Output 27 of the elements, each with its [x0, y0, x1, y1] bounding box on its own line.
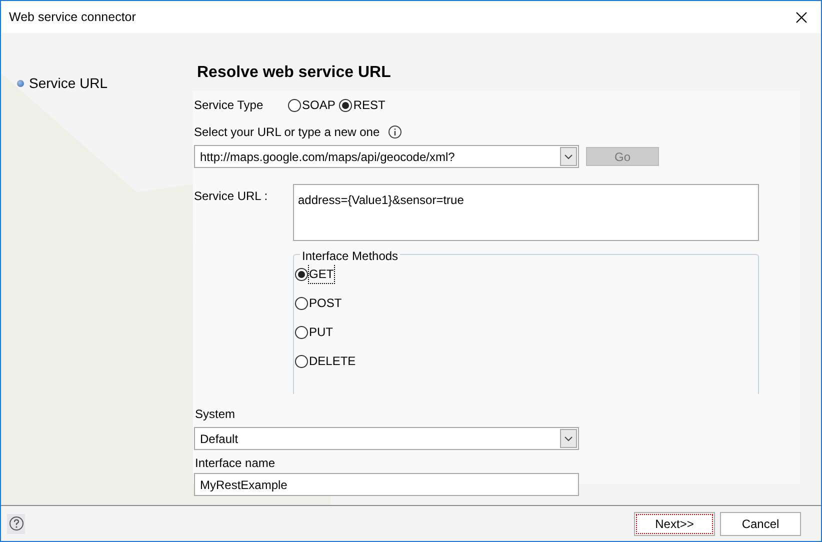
service-url-textarea[interactable]: address={Value1}&sensor=true — [293, 184, 759, 241]
next-button[interactable]: Next>> — [634, 512, 715, 536]
bullet-icon — [17, 80, 24, 87]
help-icon — [8, 516, 24, 531]
radio-option[interactable]: REST — [339, 96, 386, 114]
radio-option[interactable]: SOAP — [288, 96, 336, 114]
page-heading: Resolve web service URL — [197, 63, 392, 83]
window-title: Web service connector — [9, 8, 136, 26]
interface-name-field[interactable]: MyRestExample — [194, 473, 579, 496]
radio-option[interactable]: DELETE — [295, 352, 758, 370]
field-label: System — [195, 406, 236, 423]
info-icon — [388, 125, 402, 139]
field-label: Service URL : — [194, 188, 269, 205]
radio-option[interactable]: GET — [295, 265, 758, 283]
field-label: Service Type — [194, 97, 264, 114]
system-combo-field[interactable]: Default — [194, 427, 579, 450]
radio-option[interactable]: POST — [295, 294, 758, 312]
help-button[interactable] — [7, 514, 25, 534]
dropdown-caret-icon — [560, 429, 577, 448]
sidebar-item[interactable]: Service URL — [17, 73, 191, 94]
close-icon — [796, 12, 806, 22]
dropdown-caret-icon — [560, 147, 577, 166]
url-combo-field[interactable]: http://maps.google.com/maps/api/geocode/xml? — [194, 145, 579, 168]
radio-option[interactable]: PUT — [295, 323, 758, 341]
field-label: Select your URL or type a new one — [194, 124, 380, 141]
field-label: Interface name — [195, 455, 276, 472]
cancel-button[interactable]: Cancel — [720, 512, 801, 536]
